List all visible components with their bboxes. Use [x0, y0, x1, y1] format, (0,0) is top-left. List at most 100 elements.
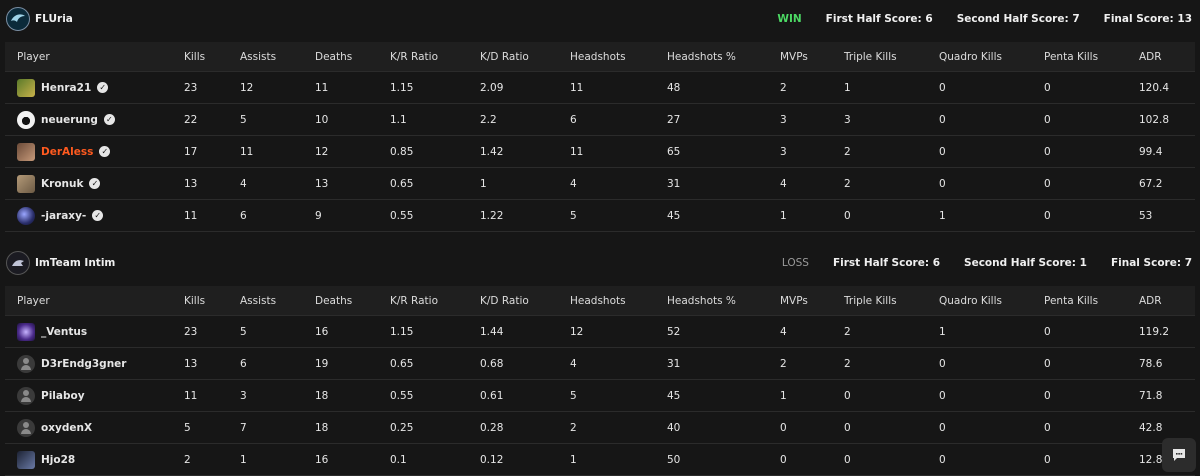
team-logo[interactable] — [6, 7, 30, 31]
player-avatar[interactable] — [17, 174, 35, 193]
stat-quadro-kills: 0 — [939, 389, 946, 402]
stat-quadro-kills: 0 — [939, 453, 946, 466]
stat-quadro-kills: 0 — [939, 145, 946, 158]
stat-adr: 12.8 — [1139, 453, 1163, 466]
column-header[interactable]: Quadro Kills — [939, 51, 1002, 63]
column-header[interactable]: Triple Kills — [844, 51, 897, 63]
player-cell[interactable]: Hjo28 — [17, 450, 75, 469]
stat-mvps: 4 — [780, 325, 787, 338]
player-avatar[interactable] — [17, 78, 35, 97]
final-score: Final Score: 13 — [1103, 13, 1192, 25]
player-avatar[interactable] — [17, 110, 35, 129]
player-name[interactable]: Hjo28 — [41, 454, 75, 466]
player-cell[interactable]: D3rEndg3gner — [17, 354, 126, 373]
stat-assists: 12 — [240, 81, 254, 94]
column-header[interactable]: Penta Kills — [1044, 51, 1098, 63]
stat-penta-kills: 0 — [1044, 145, 1051, 158]
stat-headshots: 11 — [570, 145, 584, 158]
column-header[interactable]: MVPs — [780, 295, 808, 307]
stat-penta-kills: 0 — [1044, 81, 1051, 94]
stat-kr-ratio: 0.65 — [390, 357, 414, 370]
column-header[interactable]: K/D Ratio — [480, 295, 529, 307]
stat-adr: 53 — [1139, 209, 1153, 222]
player-cell[interactable]: Henra21 ✓ — [17, 78, 109, 97]
column-header[interactable]: Penta Kills — [1044, 295, 1098, 307]
stat-deaths: 13 — [315, 177, 329, 190]
player-avatar[interactable] — [17, 354, 35, 373]
table-header-row: Player Kills Assists Deaths K/R Ratio K/… — [5, 286, 1195, 316]
column-header[interactable]: Headshots — [570, 295, 626, 307]
player-cell[interactable]: oxydenX — [17, 418, 92, 437]
player-avatar[interactable] — [17, 418, 35, 437]
player-cell[interactable]: Kronuk ✓ — [17, 174, 101, 193]
chat-button[interactable] — [1162, 438, 1196, 472]
stat-triple-kills: 0 — [844, 421, 851, 434]
table-row: Kronuk ✓ 13 4 13 0.65 1 4 31 4 2 0 0 67.2 — [5, 168, 1195, 200]
player-name[interactable]: D3rEndg3gner — [41, 358, 126, 370]
stat-kd-ratio: 1.42 — [480, 145, 504, 158]
column-header[interactable]: Deaths — [315, 51, 352, 63]
player-name[interactable]: -jaraxy- — [41, 210, 86, 222]
player-name[interactable]: DerAless — [41, 146, 93, 158]
stat-headshots: 2 — [570, 421, 577, 434]
player-name[interactable]: Henra21 — [41, 82, 91, 94]
player-avatar[interactable] — [17, 450, 35, 469]
column-header[interactable]: Headshots % — [667, 295, 736, 307]
stat-kr-ratio: 1.1 — [390, 113, 407, 126]
player-cell[interactable]: DerAless ✓ — [17, 142, 111, 161]
stat-penta-kills: 0 — [1044, 357, 1051, 370]
stat-assists: 6 — [240, 209, 247, 222]
column-header[interactable]: ADR — [1139, 295, 1162, 307]
verified-check-icon: ✓ — [103, 114, 115, 125]
column-header[interactable]: Deaths — [315, 295, 352, 307]
column-header[interactable]: K/R Ratio — [390, 51, 438, 63]
stat-deaths: 16 — [315, 325, 329, 338]
player-avatar[interactable] — [17, 142, 35, 161]
column-header[interactable]: Headshots % — [667, 51, 736, 63]
player-avatar[interactable] — [17, 206, 35, 225]
column-header[interactable]: Assists — [240, 295, 276, 307]
team-emblem-icon — [12, 260, 24, 266]
dolphin-logo-icon — [11, 14, 25, 22]
column-header[interactable]: Quadro Kills — [939, 295, 1002, 307]
table-row: _Ventus 23 5 16 1.15 1.44 12 52 4 2 1 0 119.2 — [5, 316, 1195, 348]
player-cell[interactable]: _Ventus — [17, 322, 87, 341]
player-avatar[interactable] — [17, 322, 35, 341]
team-name[interactable]: FLUria — [35, 13, 73, 25]
table-row: D3rEndg3gner 13 6 19 0.65 0.68 4 31 2 2 0 0 78.6 — [5, 348, 1195, 380]
stat-triple-kills: 2 — [844, 177, 851, 190]
column-header[interactable]: K/D Ratio — [480, 51, 529, 63]
stat-kr-ratio: 0.55 — [390, 209, 414, 222]
stat-adr: 102.8 — [1139, 113, 1170, 126]
column-header[interactable]: Kills — [184, 51, 205, 63]
player-avatar[interactable] — [17, 386, 35, 405]
player-name[interactable]: neuerung — [41, 114, 98, 126]
stat-quadro-kills: 0 — [939, 357, 946, 370]
player-name[interactable]: oxydenX — [41, 422, 92, 434]
team-name[interactable]: ImTeam Intim — [35, 257, 115, 269]
column-header[interactable]: Kills — [184, 295, 205, 307]
column-header[interactable]: Assists — [240, 51, 276, 63]
column-header[interactable]: ADR — [1139, 51, 1162, 63]
player-cell[interactable]: -jaraxy- ✓ — [17, 206, 104, 225]
second-half-score: Second Half Score: 1 — [964, 257, 1087, 269]
column-header[interactable]: Player — [17, 295, 50, 307]
player-cell[interactable]: Pilaboy — [17, 386, 85, 405]
team-logo[interactable] — [6, 251, 30, 275]
player-name[interactable]: _Ventus — [41, 326, 87, 338]
table-row: Henra21 ✓ 23 12 11 1.15 2.09 11 48 2 1 0 0 120.4 — [5, 72, 1195, 104]
stat-kr-ratio: 1.15 — [390, 81, 414, 94]
stat-headshots: 4 — [570, 177, 577, 190]
player-cell[interactable]: neuerung ✓ — [17, 110, 115, 129]
stat-headshots-percent: 50 — [667, 453, 681, 466]
column-header[interactable]: Triple Kills — [844, 295, 897, 307]
column-header[interactable]: Player — [17, 51, 50, 63]
column-header[interactable]: MVPs — [780, 51, 808, 63]
column-header[interactable]: K/R Ratio — [390, 295, 438, 307]
player-name[interactable]: Kronuk — [41, 178, 83, 190]
table-row: oxydenX 5 7 18 0.25 0.28 2 40 0 0 0 0 42.8 — [5, 412, 1195, 444]
player-name[interactable]: Pilaboy — [41, 390, 85, 402]
column-header[interactable]: Headshots — [570, 51, 626, 63]
match-result: WIN — [777, 13, 802, 25]
stat-mvps: 1 — [780, 389, 787, 402]
